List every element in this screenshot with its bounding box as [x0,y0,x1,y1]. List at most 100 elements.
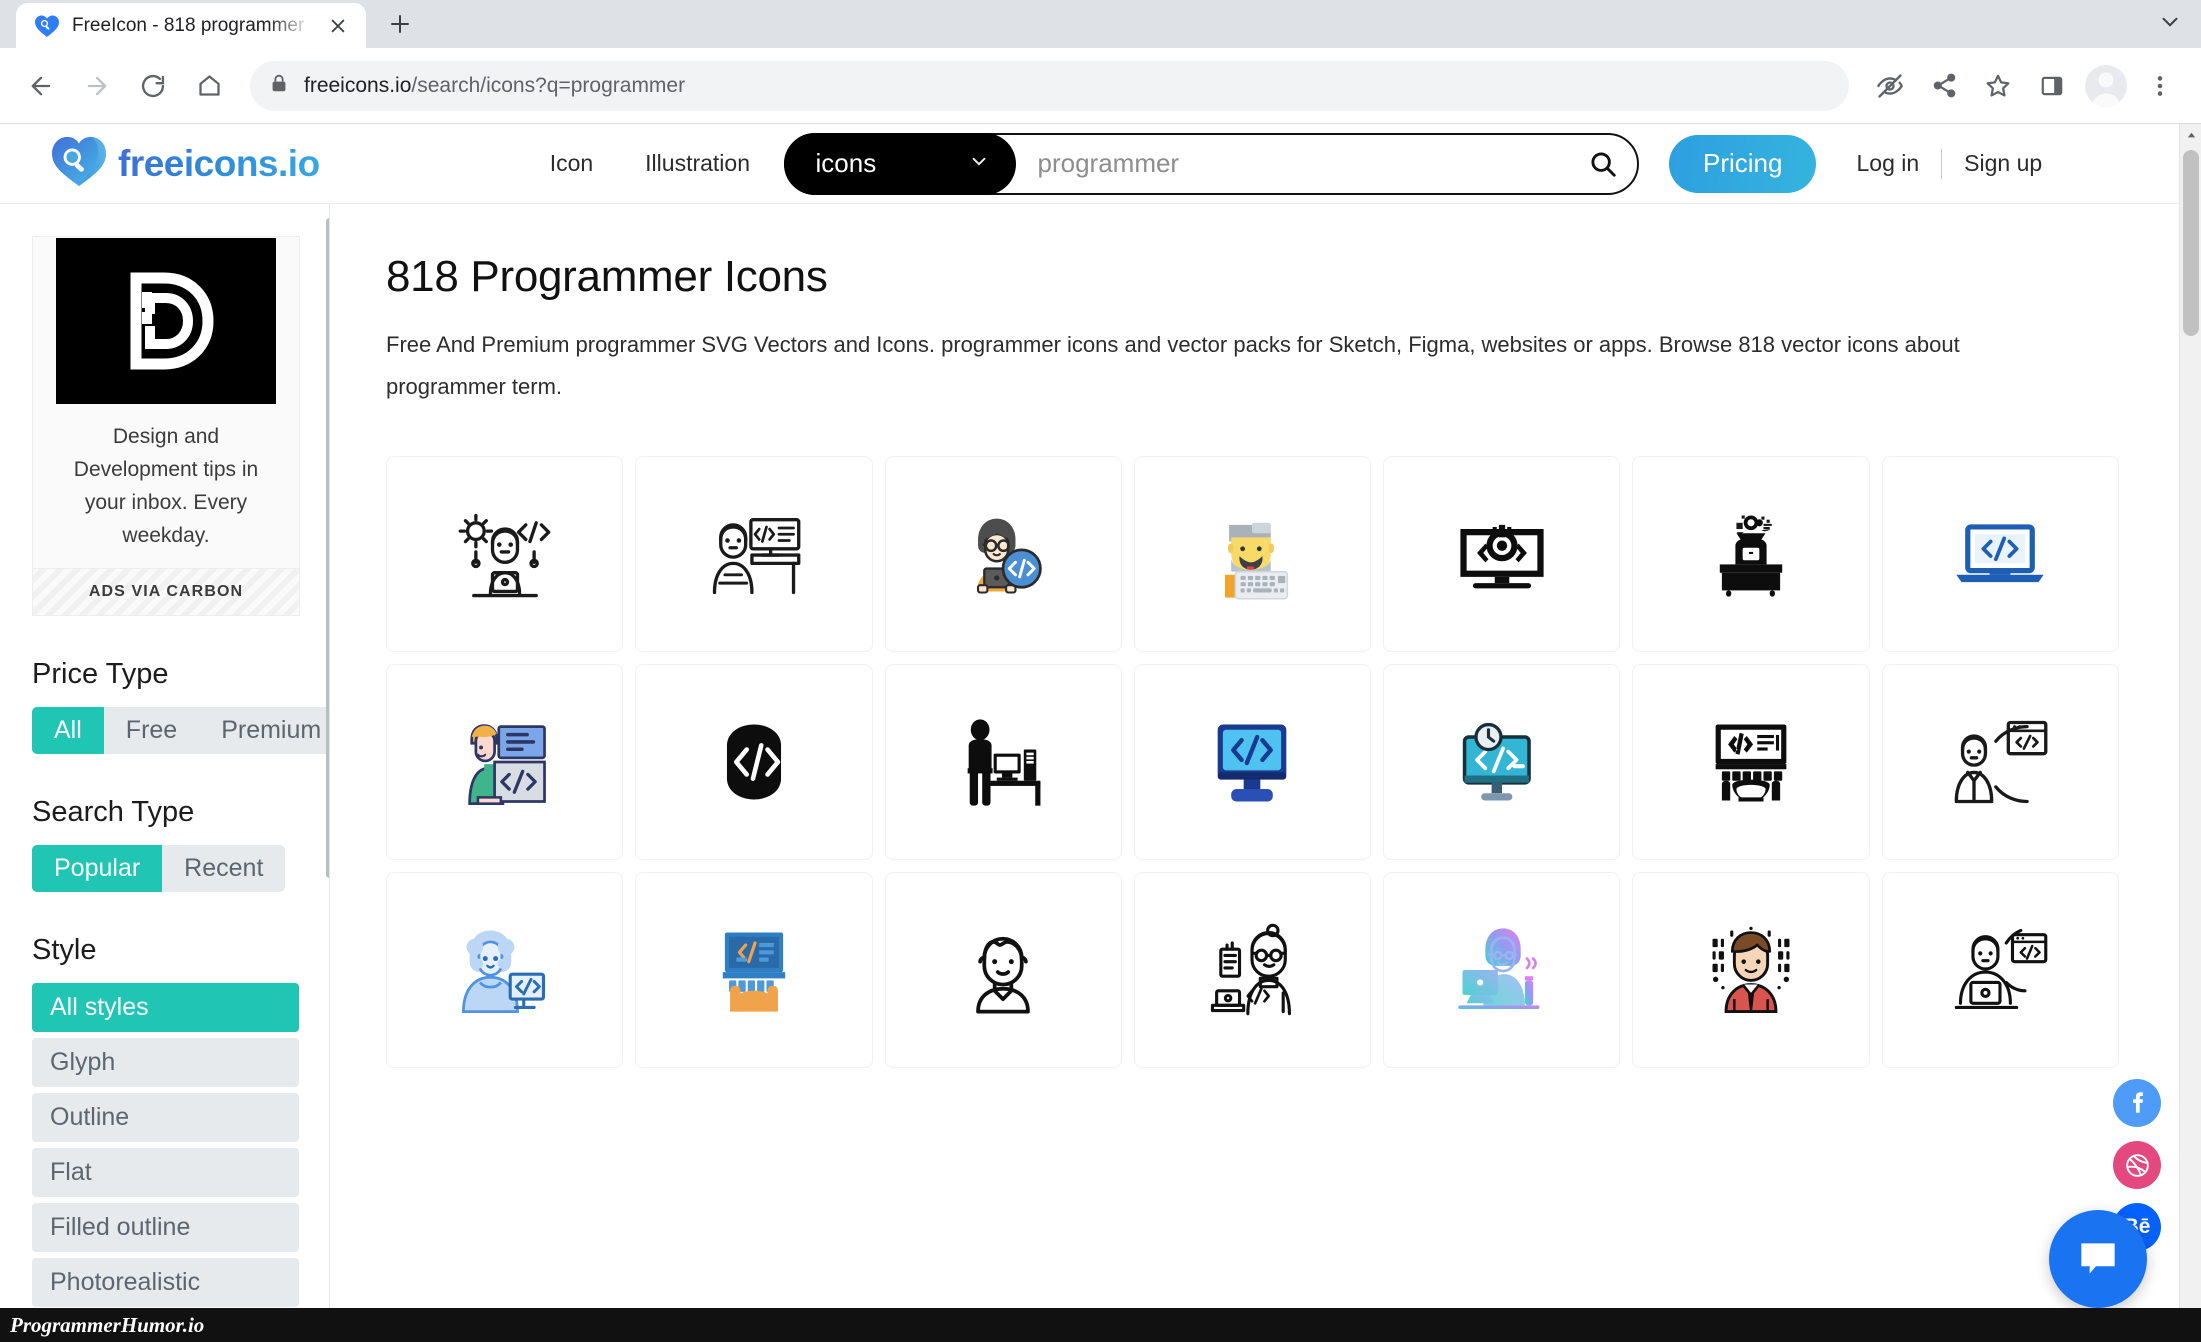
icon-card[interactable] [1632,664,1870,860]
back-arrow-icon[interactable] [16,61,66,111]
icon-card[interactable] [1383,456,1621,652]
style-item-outline[interactable]: Outline [32,1093,299,1142]
icon-card[interactable] [1133,872,1372,1068]
price-type-title: Price Type [32,658,169,690]
auth-links: Log in Sign up [1856,148,2042,179]
programmer-glasses-laptop-code-badge-icon [977,518,1042,594]
style-title: Style [32,934,97,966]
search-icon[interactable] [1569,149,1637,179]
page-scrollbar[interactable] [2179,124,2201,1342]
carbon-ad[interactable]: Design and Development tips in your inbo… [32,236,300,616]
style-item-glyph[interactable]: Glyph [32,1038,299,1087]
icon-card[interactable] [1881,872,2119,1068]
chevron-down-icon[interactable] [2157,9,2183,40]
chevron-down-icon [968,150,990,177]
developer-at-desk-monitor-outline-icon [712,518,801,595]
close-icon[interactable] [324,12,352,40]
tab-strip: FreeIcon - 818 programmer [0,0,2201,48]
results-panel: 818 Programmer Icons Free And Premium pr… [330,204,2179,1341]
woman-glasses-laptop-code-outline-icon [1211,923,1292,1016]
reload-icon[interactable] [128,61,178,111]
male-avatar-outline-icon [976,937,1031,1014]
person-standing-desktop-glyph-icon [967,719,1041,806]
laptop-code-blue-icon [1956,524,2045,583]
signup-link[interactable]: Sign up [1964,150,2042,177]
icon-card[interactable] [884,456,1122,652]
icon-card[interactable] [1133,664,1372,860]
icon-card[interactable] [1632,456,1870,652]
scrollbar-thumb[interactable] [2183,150,2199,336]
style-item-photorealistic[interactable]: Photorealistic [32,1258,299,1307]
price-type-option-free[interactable]: Free [104,707,199,754]
page-viewport: freeicons.io Icon Illustration icons pro… [0,124,2201,1342]
icon-card[interactable] [1383,664,1621,860]
pricing-button[interactable]: Pricing [1669,134,1817,193]
profile-avatar-icon[interactable] [2081,61,2131,111]
chat-bubble-icon[interactable] [2049,1210,2147,1308]
icon-card[interactable] [1133,456,1372,652]
style-item-filled-outline[interactable]: Filled outline [32,1203,299,1252]
sidebar-scrollbar[interactable] [326,218,329,878]
programmer-gear-code-outline-icon [458,513,550,598]
hands-typing-keyboard-code-glyph-icon [1715,724,1787,802]
search-type-segmented: Popular Recent [32,845,286,892]
home-icon[interactable] [184,61,234,111]
icon-results-grid [386,456,2119,1068]
dribbble-icon[interactable] [2113,1141,2161,1189]
star-bookmark-icon[interactable] [1973,61,2023,111]
new-tab-button[interactable] [378,2,422,46]
side-panel-icon[interactable] [2027,61,2077,111]
programmer-gradient-monitor-icon [1458,928,1540,1009]
woman-programmer-monitor-blue-icon [461,930,545,1013]
icon-card[interactable] [884,664,1122,860]
window-controls [2157,9,2201,48]
browser-tab[interactable]: FreeIcon - 818 programmer [16,3,366,48]
icon-card[interactable] [386,872,624,1068]
search-type-option-recent[interactable]: Recent [162,845,285,892]
icon-card[interactable] [635,456,873,652]
icon-card[interactable] [1632,872,1870,1068]
price-type-option-all[interactable]: All [32,707,104,754]
site-logo[interactable]: freeicons.io [50,134,320,193]
style-item-flat[interactable]: Flat [32,1148,299,1197]
search-type-option-popular[interactable]: Popular [32,845,163,892]
browser-toolbar: freeicons.io/search/icons?q=programmer [0,48,2201,124]
icon-card[interactable] [386,664,624,860]
icon-card[interactable] [635,872,873,1068]
address-bar[interactable]: freeicons.io/search/icons?q=programmer [250,60,1849,111]
monitor-code-terminal-clock-icon [1462,722,1531,801]
share-icon[interactable] [1919,61,1969,111]
price-type-option-premium[interactable]: Premium [199,707,329,754]
eye-off-icon[interactable] [1865,61,1915,111]
nav-item-illustration[interactable]: Illustration [645,150,750,177]
icon-card[interactable] [1383,872,1621,1068]
scrollbar-up-arrow[interactable] [2180,124,2201,146]
woman-coding-speech-bubble-icon [467,724,546,805]
search-bar: icons programmer [783,132,1639,195]
style-list: All styles Glyph Outline Flat Filled out… [32,983,299,1341]
developer-laptop-code-window-outline-icon [1955,928,2048,1009]
hands-typing-laptop-code-blue-icon [722,932,786,1012]
developer-desk-ideas-glyph-icon [1719,515,1783,597]
man-binary-code-avatar-icon [1712,926,1790,1014]
search-category-dropdown[interactable]: icons [783,132,1016,195]
developer-window-code-outline-icon [1954,720,2048,804]
icon-card[interactable] [386,456,624,652]
toolbar-actions [1865,61,2185,111]
watermark-text: ProgrammerHumor.io [10,1312,205,1337]
facebook-icon[interactable] [2113,1079,2161,1127]
monitor-code-blue-flat-icon [1218,724,1287,802]
style-item-all-styles[interactable]: All styles [32,983,299,1032]
icon-card[interactable] [884,872,1122,1068]
search-input[interactable]: programmer [1016,148,1570,179]
icon-card[interactable] [1881,664,2119,860]
url-domain: freeicons.io [304,73,412,97]
icon-card[interactable] [1881,456,2119,652]
nav-item-icon[interactable]: Icon [550,150,593,177]
login-link[interactable]: Log in [1856,150,1919,177]
icon-card[interactable] [635,664,873,860]
page-description: Free And Premium programmer SVG Vectors … [386,332,1960,399]
forward-arrow-icon[interactable] [72,61,122,111]
monitor-gear-code-glyph-icon [1460,524,1544,589]
three-dot-menu-icon[interactable] [2135,61,2185,111]
